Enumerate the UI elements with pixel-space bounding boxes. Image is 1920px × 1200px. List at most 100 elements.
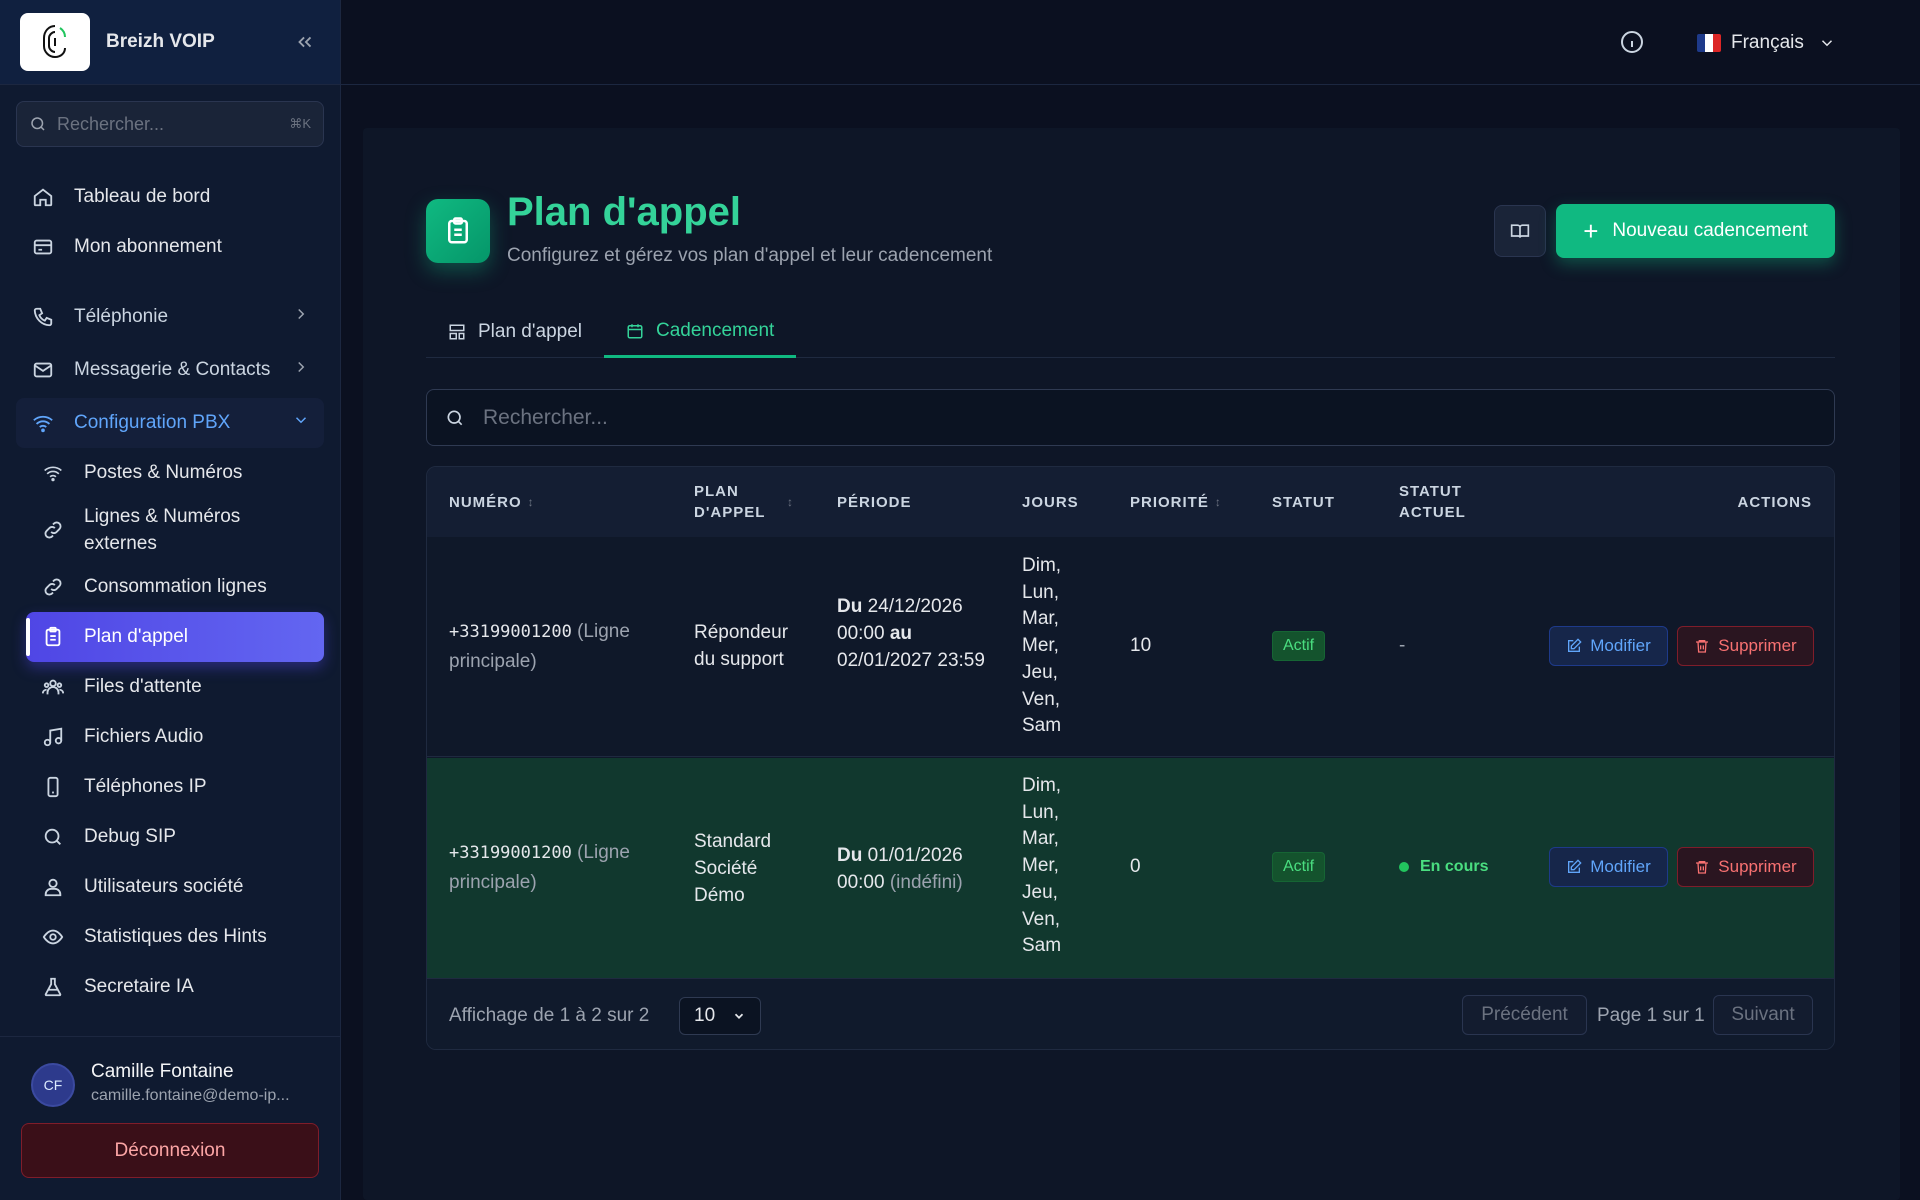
sidebar-item-label: Files d'attente — [84, 676, 202, 697]
th-actions: ACTIONS — [1737, 493, 1812, 511]
th-statut: STATUT — [1272, 493, 1335, 511]
sidebar-item-audio[interactable]: Fichiers Audio — [26, 712, 324, 762]
table-header: NUMÉRO ↕ PLAN D'APPEL ↕ PÉRIODE JOURS PRI… — [427, 467, 1834, 537]
credit-card-icon — [30, 234, 56, 260]
sidebar-search[interactable]: Rechercher... ⌘K — [16, 101, 324, 147]
jours-cell: Dim, Lun, Mar, Mer, Jeu, Ven, Sam — [1022, 555, 1062, 737]
numero-cell: +33199001200 (Ligne principale) — [449, 842, 630, 893]
new-cadencement-button[interactable]: + Nouveau cadencement — [1556, 204, 1835, 258]
sidebar-item-ai[interactable]: Secretaire IA — [26, 962, 324, 1012]
user-circle-icon — [40, 874, 66, 900]
sidebar-item-label: Téléphones IP — [84, 776, 207, 797]
sidebar-item-messaging[interactable]: Messagerie & Contacts — [16, 345, 324, 395]
language-selector[interactable]: Français — [1697, 26, 1836, 60]
chevron-down-icon — [1821, 40, 1832, 47]
tab-label: Cadencement — [656, 319, 775, 341]
plus-icon: + — [1583, 216, 1599, 246]
tab-cadencement[interactable]: Cadencement — [604, 306, 797, 358]
user-panel: CF Camille Fontaine camille.fontaine@dem… — [0, 1036, 341, 1200]
language-label: Français — [1731, 32, 1804, 53]
chevron-down-icon — [292, 411, 310, 435]
chevron-right-icon — [292, 305, 310, 329]
sidebar-item-phones[interactable]: Téléphones IP — [26, 762, 324, 812]
wifi-icon — [40, 460, 66, 486]
sort-icon[interactable]: ↕ — [787, 495, 794, 509]
sidebar: Breizh VOIP Rechercher... ⌘K Tableau de … — [0, 0, 341, 1200]
documentation-button[interactable] — [1494, 205, 1546, 257]
layout-icon — [448, 323, 466, 341]
sidebar-item-label: Fichiers Audio — [84, 726, 204, 747]
chevron-down-icon — [734, 1013, 744, 1019]
sidebar-item-users[interactable]: Utilisateurs société — [26, 862, 324, 912]
priorite-cell: 0 — [1130, 856, 1141, 877]
status-badge: Actif — [1272, 631, 1326, 661]
th-statut-actuel: STATUT ACTUEL — [1399, 483, 1466, 521]
avatar[interactable]: CF — [31, 1063, 75, 1107]
sidebar-item-dashboard[interactable]: Tableau de bord — [16, 172, 324, 222]
brand-name: Breizh VOIP — [106, 31, 215, 52]
sidebar-item-debug[interactable]: Debug SIP — [26, 812, 324, 862]
search-shortcut: ⌘K — [289, 116, 311, 131]
sidebar-item-stats[interactable]: Statistiques des Hints — [26, 912, 324, 962]
calendar-icon — [626, 322, 644, 340]
modify-button[interactable]: Modifier — [1549, 847, 1668, 887]
flask-icon — [40, 974, 66, 1000]
edit-icon — [1566, 859, 1582, 875]
periode-cell: Du 24/12/2026 00:00 au 02/01/2027 23:59 — [837, 596, 985, 671]
sidebar-item-lignes[interactable]: Lignes & Numéros externes — [26, 498, 324, 562]
pagination-summary: Affichage de 1 à 2 sur 2 — [449, 1005, 650, 1026]
previous-button[interactable]: Précédent — [1462, 995, 1587, 1035]
logout-button[interactable]: Déconnexion — [21, 1123, 319, 1178]
sidebar-item-postes[interactable]: Postes & Numéros — [26, 448, 324, 498]
sidebar-item-subscription[interactable]: Mon abonnement — [16, 222, 324, 272]
delete-button[interactable]: Supprimer — [1677, 847, 1814, 887]
delete-button[interactable]: Supprimer — [1677, 626, 1814, 666]
brand-logo[interactable] — [20, 13, 90, 71]
tab-plan-appel[interactable]: Plan d'appel — [426, 306, 604, 358]
cadencement-table: NUMÉRO ↕ PLAN D'APPEL ↕ PÉRIODE JOURS PRI… — [426, 466, 1835, 1050]
table-row-highlighted: +33199001200 (Ligne principale) Standard… — [427, 758, 1834, 978]
link-icon — [40, 574, 66, 600]
france-flag-icon — [1697, 34, 1721, 52]
smartphone-icon — [40, 774, 66, 800]
clipboard-icon — [426, 199, 490, 263]
table-row: +33199001200 (Ligne principale) Répondeu… — [427, 537, 1834, 757]
user-name: Camille Fontaine — [91, 1061, 234, 1082]
sidebar-item-label: Configuration PBX — [74, 412, 231, 433]
per-page-select[interactable]: 10 — [679, 997, 761, 1035]
sidebar-nav: Tableau de bord Mon abonnement Téléphoni… — [16, 172, 324, 1012]
sidebar-item-label: Plan d'appel — [84, 626, 188, 647]
chevron-right-icon — [292, 358, 310, 382]
wifi-icon — [30, 410, 56, 436]
table-search-input[interactable]: Rechercher... — [426, 389, 1835, 446]
search-icon — [447, 410, 463, 425]
plan-cell: Standard Société Démo — [694, 831, 772, 906]
topbar: Français — [341, 0, 1920, 85]
search-placeholder: Rechercher... — [483, 405, 608, 429]
info-icon[interactable] — [1620, 30, 1646, 56]
link-icon — [40, 517, 66, 543]
numero-cell: +33199001200 (Ligne principale) — [449, 621, 630, 672]
sidebar-item-pbx[interactable]: Configuration PBX — [16, 398, 324, 448]
tabs: Plan d'appel Cadencement — [426, 306, 1835, 358]
edit-icon — [1566, 638, 1582, 654]
sidebar-item-label: Lignes & Numéros externes — [84, 506, 241, 554]
th-priorite[interactable]: PRIORITÉ ↕ — [1130, 494, 1222, 511]
modify-button[interactable]: Modifier — [1549, 626, 1668, 666]
jours-cell: Dim, Lun, Mar, Mer, Jeu, Ven, Sam — [1022, 775, 1062, 957]
sidebar-item-consommation[interactable]: Consommation lignes — [26, 562, 324, 612]
next-button[interactable]: Suivant — [1713, 995, 1813, 1035]
sidebar-item-label: Secretaire IA — [84, 976, 194, 997]
th-numero[interactable]: NUMÉRO ↕ — [449, 494, 535, 511]
current-status-badge: En cours — [1399, 858, 1488, 876]
sidebar-item-label: Messagerie & Contacts — [74, 359, 271, 380]
sidebar-item-telephony[interactable]: Téléphonie — [16, 292, 324, 342]
pbx-submenu: Postes & Numéros Lignes & Numéros extern… — [26, 448, 324, 1012]
sidebar-item-files[interactable]: Files d'attente — [26, 662, 324, 712]
collapse-sidebar-icon[interactable] — [290, 27, 320, 57]
periode-cell: Du 01/01/2026 00:00 (indéfini) — [837, 845, 963, 893]
trash-icon — [1694, 859, 1710, 875]
search-icon — [31, 117, 45, 131]
sidebar-item-plan-appel[interactable]: Plan d'appel — [26, 612, 324, 662]
th-plan[interactable]: PLAN D'APPEL — [694, 481, 774, 523]
